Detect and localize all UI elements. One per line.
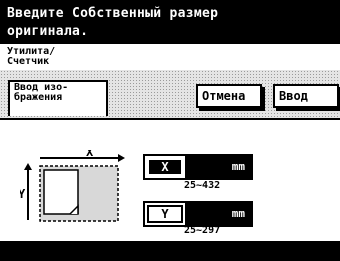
y-range: 25~297 (184, 225, 221, 236)
diagram-y-label: Y (20, 187, 26, 201)
y-key[interactable]: Y (145, 203, 185, 225)
y-unit: mm (231, 207, 245, 220)
cancel-button[interactable]: Отмена (196, 84, 262, 108)
diagram-x-label: X (86, 150, 94, 159)
x-key[interactable]: X (145, 156, 185, 178)
x-range: 25~432 (184, 180, 221, 191)
utility-counter-tab[interactable]: Утилита/ Счетчик (0, 44, 340, 72)
instruction-line-1: Введите Собственный размер (7, 6, 219, 21)
x-size-input[interactable]: X mm (143, 154, 253, 180)
instruction-line-2: оригинала. (7, 24, 89, 39)
divider (0, 118, 340, 120)
image-input-tab-label-2: бражения (14, 92, 63, 103)
enter-button[interactable]: Ввод (273, 84, 339, 108)
bottom-bar (0, 241, 340, 261)
paper-size-diagram-icon: X Y (20, 150, 125, 222)
y-size-input[interactable]: Y mm (143, 201, 253, 227)
utility-tab-label-2: Счетчик (7, 56, 50, 67)
instruction-header: Введите Собственный размер оригинала. (0, 0, 340, 44)
x-unit: mm (231, 160, 245, 173)
